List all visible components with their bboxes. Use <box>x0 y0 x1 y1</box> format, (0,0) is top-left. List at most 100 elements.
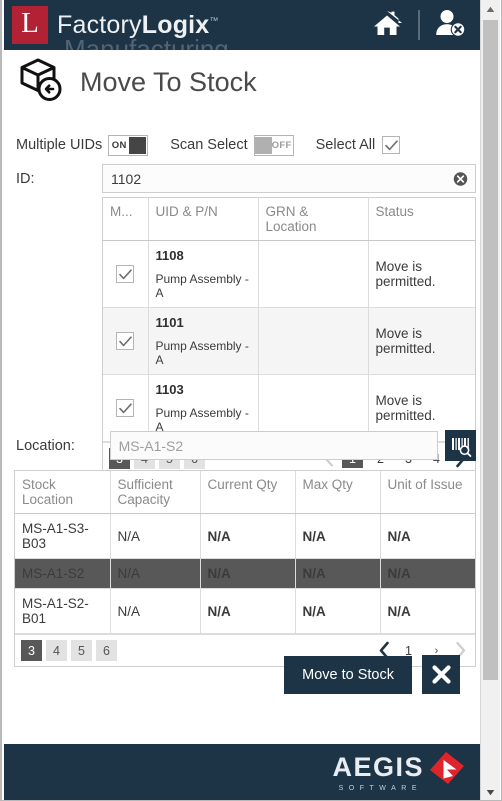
user-logout-icon[interactable] <box>434 8 466 43</box>
uid-row-checkbox[interactable] <box>116 332 135 350</box>
multiple-uids-toggle-state: ON <box>111 139 127 151</box>
stock-row-unit-of-issue: N/A <box>380 588 475 634</box>
logo-mark-l: L <box>12 6 48 44</box>
id-field-row: ID: 1102 <box>16 164 476 193</box>
uid-row-grn-cell <box>258 307 369 375</box>
top-bar-divider <box>418 10 420 40</box>
uid-grid-header-row: M... UID & P/N GRN & Location Status <box>103 198 475 241</box>
uid-value: 1101 <box>155 315 184 330</box>
stock-grid-panel: Stock Location Sufficient Capacity Curre… <box>14 470 476 667</box>
scroll-up-arrow-icon[interactable] <box>481 0 500 18</box>
stock-row-location: MS-A1-S3-B03 <box>15 513 111 559</box>
uid-value: 1108 <box>155 248 184 263</box>
stock-row-capacity: N/A <box>110 558 201 589</box>
aegis-tagline: SOFTWARE <box>338 785 422 792</box>
uid-row-uid-cell: 1101 Pump Assembly - A <box>148 307 259 375</box>
scrollbar-thumb[interactable] <box>483 20 498 680</box>
stock-row-current-qty: N/A <box>200 558 296 589</box>
uid-col-uid-pn: UID & P/N <box>148 198 259 241</box>
scan-select-toggle[interactable]: OFF <box>253 134 294 156</box>
stock-page-size-selector: 3 4 5 6 <box>21 640 117 661</box>
home-icon[interactable] <box>370 9 404 42</box>
aegis-name: AEGIS <box>332 752 424 782</box>
stock-row-max-qty: N/A <box>295 513 381 559</box>
top-bar-actions <box>370 0 466 50</box>
uid-row-checkbox-cell[interactable] <box>103 307 149 375</box>
barcode-search-icon[interactable] <box>445 430 476 461</box>
id-input[interactable]: 1102 <box>102 164 476 193</box>
stock-page-size-6[interactable]: 6 <box>96 640 117 661</box>
scan-select-toggle-state: OFF <box>271 139 292 151</box>
table-row[interactable]: 1101 Pump Assembly - A Move is permitted… <box>103 307 475 375</box>
table-row[interactable]: 1108 Pump Assembly - A Move is permitted… <box>103 240 475 308</box>
stock-row-max-qty: N/A <box>295 588 381 634</box>
stock-col-unit-of-issue: Unit of Issue <box>380 471 475 514</box>
stock-row-current-qty: N/A <box>200 588 296 634</box>
scan-select-label: Scan Select <box>170 137 248 153</box>
stock-page-size-3[interactable]: 3 <box>21 640 42 661</box>
stock-row-location: MS-A1-S2-B01 <box>15 588 111 634</box>
uid-row-status-cell: Move is permitted. <box>368 307 475 375</box>
stock-row-current-qty: N/A <box>200 513 296 559</box>
move-to-stock-button[interactable]: Move to Stock <box>284 655 412 694</box>
move-to-stock-box-icon <box>18 56 66 109</box>
location-input-placeholder: MS-A1-S2 <box>118 437 184 454</box>
footer-bar: AEGIS SOFTWARE <box>4 744 482 800</box>
uid-col-grn-location: GRN & Location <box>258 198 369 241</box>
id-input-value: 1102 <box>111 170 142 187</box>
select-all-checkbox[interactable] <box>382 136 401 154</box>
checkmark-icon <box>118 268 132 279</box>
aegis-wordmark: AEGIS SOFTWARE <box>332 752 424 793</box>
uid-row-grn-cell <box>258 240 369 308</box>
page-title: Move To Stock <box>80 67 257 97</box>
uid-row-checkbox-cell[interactable] <box>103 240 149 308</box>
stock-page-size-4[interactable]: 4 <box>46 640 67 661</box>
scan-select-toggle-knob <box>254 136 272 154</box>
checkmark-icon <box>384 139 398 150</box>
uid-row-checkbox[interactable] <box>116 265 135 283</box>
vertical-scrollbar[interactable] <box>480 0 500 800</box>
uid-row-checkbox[interactable] <box>116 399 135 417</box>
scroll-down-arrow-icon[interactable] <box>481 783 500 800</box>
stock-location-grid: Stock Location Sufficient Capacity Curre… <box>15 471 475 634</box>
page-header: Move To Stock <box>18 56 257 109</box>
uid-row-uid-cell: 1108 Pump Assembly - A <box>148 240 259 308</box>
close-x-icon[interactable] <box>422 655 460 694</box>
multiple-uids-toggle[interactable]: ON <box>108 134 149 156</box>
stock-page-size-5[interactable]: 5 <box>71 640 92 661</box>
stock-row-max-qty: N/A <box>295 558 381 589</box>
scrolled-text-sliver: Manufacturing <box>64 34 229 50</box>
id-field-label: ID: <box>16 170 35 187</box>
table-row[interactable]: MS-A1-S2-B01 N/A N/A N/A N/A <box>15 588 475 634</box>
clear-circle-icon[interactable] <box>453 171 468 186</box>
uid-value: 1103 <box>155 382 184 397</box>
stock-col-current-qty: Current Qty <box>200 471 296 514</box>
uid-grid: M... UID & P/N GRN & Location Status 110… <box>103 198 475 442</box>
checkmark-icon <box>118 335 132 346</box>
page-content: L FactoryLogix™ Manufacturing Move To St… <box>4 0 482 800</box>
stock-row-unit-of-issue: N/A <box>380 513 475 559</box>
checkmark-icon <box>118 402 132 413</box>
aegis-logo: AEGIS SOFTWARE <box>332 752 466 795</box>
location-input[interactable]: MS-A1-S2 <box>109 431 439 460</box>
location-field-row: Location: MS-A1-S2 <box>16 430 476 461</box>
stock-col-max-qty: Max Qty <box>295 471 381 514</box>
table-row[interactable]: MS-A1-S3-B03 N/A N/A N/A N/A <box>15 513 475 559</box>
stock-row-capacity: N/A <box>110 588 201 634</box>
stock-grid-header-row: Stock Location Sufficient Capacity Curre… <box>15 471 475 514</box>
table-row[interactable]: MS-A1-S2 N/A N/A N/A N/A <box>15 558 475 589</box>
application-window: L FactoryLogix™ Manufacturing Move To St… <box>0 0 502 801</box>
stock-row-capacity: N/A <box>110 513 201 559</box>
stock-row-unit-of-issue: N/A <box>380 558 475 589</box>
aegis-flag-icon <box>426 750 466 795</box>
action-button-row: Move to Stock <box>284 655 460 694</box>
stock-row-location: MS-A1-S2 <box>15 558 111 589</box>
location-field-label: Location: <box>16 437 75 454</box>
uid-row-status-cell: Move is permitted. <box>368 240 475 308</box>
uid-col-status: Status <box>368 198 475 241</box>
options-row: Multiple UIDs ON Scan Select OFF Select … <box>16 133 476 157</box>
select-all-label: Select All <box>315 137 376 153</box>
uid-part-number: Pump Assembly - A <box>155 272 249 300</box>
multiple-uids-label: Multiple UIDs <box>16 137 103 153</box>
logo-trademark: ™ <box>209 15 219 26</box>
